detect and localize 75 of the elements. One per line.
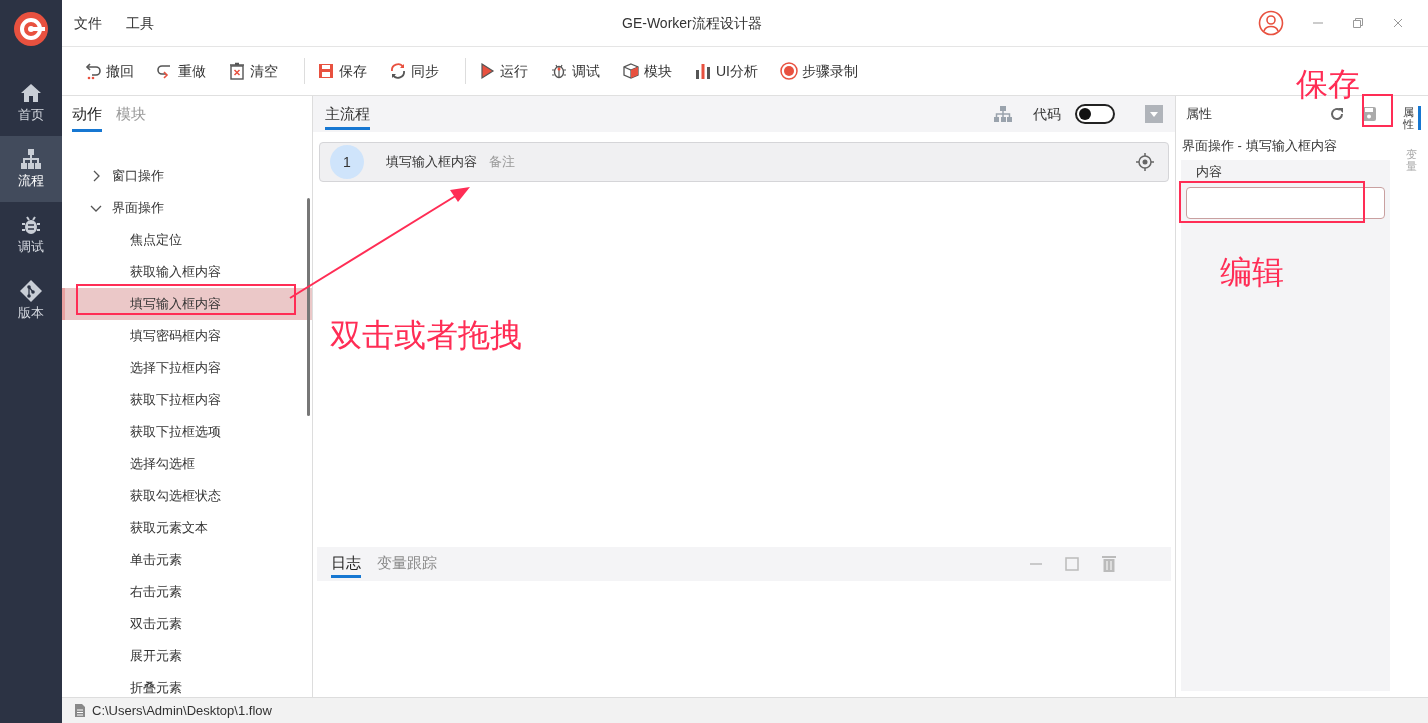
toolbar-button[interactable]: 保存 <box>313 54 371 88</box>
trash-icon[interactable] <box>1101 555 1117 573</box>
close-icon[interactable] <box>1392 17 1404 29</box>
save-icon <box>317 62 335 80</box>
tree-item[interactable]: 获取下拉框内容 <box>62 384 312 416</box>
hierarchy-icon <box>19 147 43 172</box>
toolbar-button[interactable]: 运行 <box>474 54 532 88</box>
step-number: 1 <box>330 145 364 179</box>
panel-title: 属性 <box>1186 105 1212 124</box>
tree-item[interactable]: 界面操作 <box>62 192 312 224</box>
tree-item[interactable]: 选择下拉框内容 <box>62 352 312 384</box>
scrollbar[interactable] <box>307 198 310 416</box>
toolbar-button[interactable]: 清空 <box>224 54 282 88</box>
file-path: C:\Users\Admin\Desktop\1.flow <box>92 701 272 720</box>
record-icon <box>780 62 798 80</box>
step-name: 填写输入框内容 <box>386 153 477 172</box>
restore-icon[interactable] <box>1352 17 1364 29</box>
flow-tab[interactable]: 主流程 <box>325 98 370 130</box>
bar-chart-icon <box>694 62 712 80</box>
nav-item[interactable]: 首页 <box>0 70 62 136</box>
file-icon <box>74 703 86 718</box>
menu-item[interactable]: 文件 <box>74 13 102 33</box>
window-title: GE-Worker流程设计器 <box>622 14 762 33</box>
logo-icon <box>12 10 50 48</box>
toolbar-button[interactable]: 模块 <box>618 54 676 88</box>
tree-item[interactable]: 选择勾选框 <box>62 448 312 480</box>
panel-tab[interactable]: 动作 <box>72 101 102 132</box>
content-input[interactable] <box>1186 187 1385 219</box>
step-note: 备注 <box>489 153 515 172</box>
refresh-icon[interactable] <box>1329 106 1345 122</box>
highlight-rectangle <box>1362 94 1393 127</box>
nav-item[interactable]: 版本 <box>0 268 62 334</box>
panel-tab[interactable]: 日志 <box>331 550 361 578</box>
annotation-text: 双击或者拖拽 <box>330 318 522 352</box>
code-label: 代码 <box>1033 105 1061 124</box>
tree-item[interactable]: 单击元素 <box>62 544 312 576</box>
side-tab[interactable]: 属性 <box>1402 106 1421 131</box>
trash-icon <box>228 62 246 80</box>
play-icon <box>478 62 496 80</box>
bug-icon <box>550 62 568 80</box>
step-card[interactable]: 1 填写输入框内容 备注 <box>319 142 1169 182</box>
toolbar-button[interactable]: 调试 <box>546 54 604 88</box>
cube-icon <box>622 62 640 80</box>
user-icon[interactable] <box>1258 10 1284 36</box>
tree-item[interactable]: 填写输入框内容 <box>62 288 312 320</box>
sync-icon <box>389 62 407 80</box>
tree-item[interactable]: 获取元素文本 <box>62 512 312 544</box>
code-toggle[interactable] <box>1075 104 1115 124</box>
tree-item[interactable]: 获取勾选框状态 <box>62 480 312 512</box>
dropdown-icon[interactable] <box>1145 105 1163 123</box>
hierarchy-icon[interactable] <box>993 105 1013 123</box>
tree-item[interactable]: 窗口操作 <box>62 160 312 192</box>
tree-item[interactable]: 右击元素 <box>62 576 312 608</box>
toolbar-button[interactable]: 撤回 <box>80 54 138 88</box>
toolbar-button[interactable]: 步骤录制 <box>776 54 862 88</box>
toolbar-button[interactable]: 同步 <box>385 54 443 88</box>
nav-item[interactable]: 流程 <box>0 136 62 202</box>
tree-item[interactable]: 折叠元素 <box>62 672 312 697</box>
undo-icon <box>84 62 102 80</box>
tree-item[interactable]: 填写密码框内容 <box>62 320 312 352</box>
toolbar-button[interactable]: 重做 <box>152 54 210 88</box>
annotation-text: 编辑 <box>1220 253 1284 292</box>
tree-item[interactable]: 获取输入框内容 <box>62 256 312 288</box>
tree-item[interactable]: 获取下拉框选项 <box>62 416 312 448</box>
target-icon[interactable] <box>1136 153 1154 171</box>
field-label: 内容 <box>1195 162 1223 181</box>
tree-item[interactable]: 展开元素 <box>62 640 312 672</box>
tree-item[interactable]: 双击元素 <box>62 608 312 640</box>
maximize-icon[interactable] <box>1065 557 1079 571</box>
toolbar-button[interactable]: UI分析 <box>690 54 762 88</box>
nav-item[interactable]: 调试 <box>0 202 62 268</box>
menu-item[interactable]: 工具 <box>126 13 154 33</box>
annotation-text: 保存 <box>1296 65 1360 104</box>
tree-item[interactable]: 焦点定位 <box>62 224 312 256</box>
git-icon <box>19 279 43 304</box>
